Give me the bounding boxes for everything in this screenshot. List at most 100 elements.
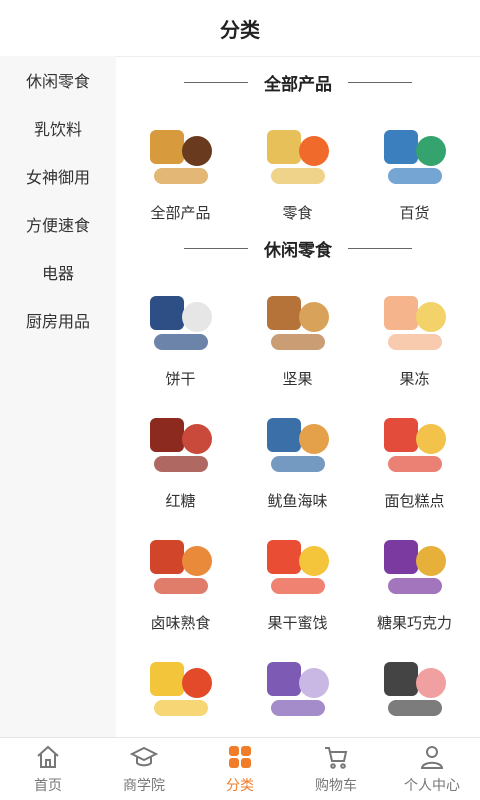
thumbnail-shape: [153, 168, 208, 184]
category-label: 卤味熟食: [150, 614, 211, 632]
page-header: 分类: [0, 0, 480, 57]
graduation-cap-icon: [130, 746, 158, 767]
tab-cart[interactable]: 购物车: [288, 738, 384, 800]
thumbnail-shape: [387, 700, 442, 716]
thumbnail-shape: [266, 662, 301, 696]
thumbnail-shape: [266, 296, 301, 330]
category-label: 全部产品: [150, 204, 211, 222]
thumbnail-shape: [181, 668, 212, 698]
thumbnail-shape: [298, 546, 329, 576]
sidebar-item-womens[interactable]: 女神御用: [0, 152, 116, 200]
thumbnail-shape: [181, 136, 212, 166]
cart-icon: [325, 747, 348, 769]
category-cell[interactable]: 果冻: [356, 274, 473, 396]
thumbnail-shape: [298, 136, 329, 166]
thumbnail-shape: [270, 456, 325, 472]
product-thumbnail: [376, 654, 454, 722]
tab-home[interactable]: 首页: [0, 738, 96, 800]
section-title-text: 休闲零食: [264, 240, 332, 261]
category-label: 面包糕点: [384, 492, 445, 510]
category-cell[interactable]: 全部产品: [122, 108, 239, 230]
thumbnail-shape: [149, 662, 184, 696]
sidebar-item-snacks[interactable]: 休闲零食: [0, 56, 116, 104]
sidebar-item-kitchen[interactable]: 厨房用品: [0, 296, 116, 344]
category-label: 零食: [282, 204, 313, 222]
category-cell[interactable]: 饼干: [122, 274, 239, 396]
thumbnail-shape: [270, 578, 325, 594]
category-cell[interactable]: 零食: [239, 108, 356, 230]
product-thumbnail: [259, 288, 337, 356]
category-label: 坚果: [282, 370, 313, 388]
bottom-tabbar: 首页 商学院 分类 购物车 个人中心: [0, 737, 480, 800]
section-title-text: 全部产品: [264, 74, 332, 95]
product-thumbnail: [259, 410, 337, 478]
category-sidebar: 休闲零食 乳饮料 女神御用 方便速食 电器 厨房用品: [0, 56, 116, 738]
thumbnail-shape: [153, 578, 208, 594]
sidebar-item-instant-food[interactable]: 方便速食: [0, 200, 116, 248]
product-thumbnail: [142, 122, 220, 190]
category-cell[interactable]: 鱿鱼海味: [239, 396, 356, 518]
thumbnail-shape: [266, 130, 301, 164]
sidebar-item-appliances[interactable]: 电器: [0, 248, 116, 296]
thumbnail-shape: [383, 296, 418, 330]
tab-label: 个人中心: [404, 778, 460, 794]
category-cell[interactable]: 红糖: [122, 396, 239, 518]
thumbnail-shape: [181, 546, 212, 576]
product-thumbnail: [259, 122, 337, 190]
product-grid: 饼干 坚果 果冻红糖 鱿鱼海味 面包糕点卤味熟食 果干蜜饯 糖果巧克力: [116, 274, 480, 738]
category-cell[interactable]: 百货: [356, 108, 473, 230]
thumbnail-shape: [153, 334, 208, 350]
category-cell[interactable]: 面包糕点: [356, 396, 473, 518]
thumbnail-shape: [149, 130, 184, 164]
category-cell[interactable]: [122, 640, 239, 738]
sidebar-item-label: 女神御用: [25, 168, 90, 187]
thumbnail-shape: [153, 700, 208, 716]
sidebar-item-label: 厨房用品: [25, 312, 90, 331]
category-cell[interactable]: [239, 640, 356, 738]
thumbnail-shape: [415, 668, 446, 698]
product-thumbnail: [142, 410, 220, 478]
thumbnail-shape: [298, 668, 329, 698]
tab-profile[interactable]: 个人中心: [384, 738, 480, 800]
product-thumbnail: [376, 532, 454, 600]
thumbnail-shape: [266, 418, 301, 452]
thumbnail-shape: [383, 130, 418, 164]
thumbnail-shape: [383, 418, 418, 452]
product-thumbnail: [142, 532, 220, 600]
tab-academy[interactable]: 商学院: [96, 738, 192, 800]
category-label: 饼干: [165, 370, 196, 388]
product-thumbnail: [142, 654, 220, 722]
home-icon: [37, 745, 59, 768]
product-thumbnail: [376, 122, 454, 190]
divider: [348, 247, 412, 249]
thumbnail-shape: [415, 546, 446, 576]
thumbnail-shape: [415, 424, 446, 454]
thumbnail-shape: [270, 700, 325, 716]
thumbnail-shape: [181, 302, 212, 332]
tab-label: 购物车: [315, 778, 357, 794]
tab-label: 商学院: [123, 778, 165, 794]
category-cell[interactable]: 坚果: [239, 274, 356, 396]
category-cell[interactable]: 糖果巧克力: [356, 518, 473, 640]
thumbnail-shape: [387, 168, 442, 184]
category-label: 百货: [399, 204, 430, 222]
divider: [348, 81, 412, 83]
category-label: 果干蜜饯: [267, 614, 328, 632]
thumbnail-shape: [270, 168, 325, 184]
tab-label: 分类: [226, 778, 254, 794]
category-label: 果冻: [399, 370, 430, 388]
thumbnail-shape: [383, 540, 418, 574]
divider: [184, 81, 248, 83]
category-cell[interactable]: [356, 640, 473, 738]
thumbnail-shape: [153, 456, 208, 472]
category-cell[interactable]: 卤味熟食: [122, 518, 239, 640]
thumbnail-shape: [266, 540, 301, 574]
sidebar-item-label: 方便速食: [25, 216, 90, 235]
category-cell[interactable]: 果干蜜饯: [239, 518, 356, 640]
thumbnail-shape: [415, 302, 446, 332]
tab-category[interactable]: 分类: [192, 738, 288, 800]
product-thumbnail: [376, 288, 454, 356]
sidebar-item-dairy-drinks[interactable]: 乳饮料: [0, 104, 116, 152]
thumbnail-shape: [387, 334, 442, 350]
sidebar-item-label: 乳饮料: [33, 120, 82, 139]
